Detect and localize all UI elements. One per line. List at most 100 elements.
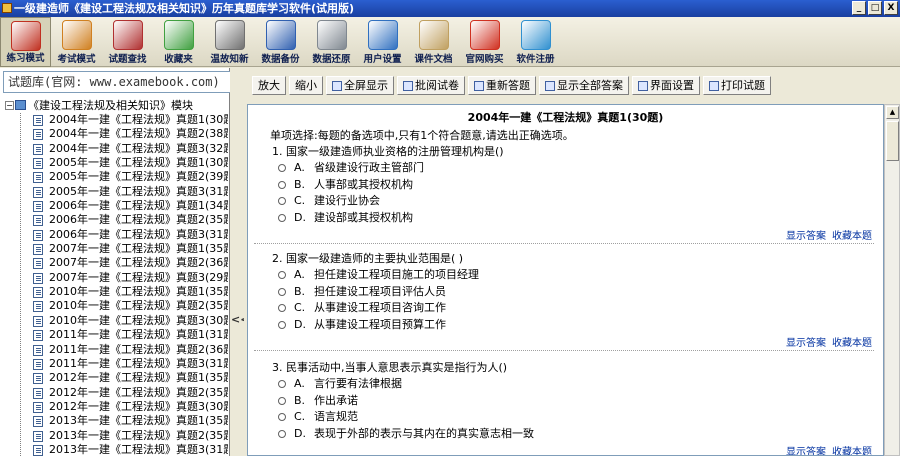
close-button[interactable]: X (884, 1, 898, 15)
tree-item-exam[interactable]: 2005年一建《工程法规》真题3(31题) (0, 185, 228, 199)
tree-item-exam[interactable]: 2007年一建《工程法规》真题2(36题) (0, 256, 228, 270)
tree-item-exam[interactable]: 2011年一建《工程法规》真题3(31题) (0, 357, 228, 371)
question-bank-panel: 试题库(官网: www.examebook.com) − 《建设工程法规及相关知… (0, 68, 239, 456)
action-button-7[interactable]: 打印试题 (703, 76, 771, 95)
tree-item-exam[interactable]: 2006年一建《工程法规》真题2(35题) (0, 213, 228, 227)
minimize-button[interactable]: _ (852, 1, 866, 15)
exam-document-icon (33, 172, 43, 184)
tree-item-exam[interactable]: 2004年一建《工程法规》真题3(32题) (0, 142, 228, 156)
action-button-3[interactable]: 批阅试卷 (397, 76, 465, 95)
tree-item-exam[interactable]: 2004年一建《工程法规》真题2(38题) (0, 127, 228, 141)
toolbar-item-6[interactable]: 数据还原 (306, 17, 357, 67)
action-button-icon (332, 80, 342, 91)
answer-radio[interactable] (278, 180, 286, 189)
toolbar-item-label: 数据备份 (261, 54, 300, 65)
answer-radio[interactable] (278, 197, 286, 205)
answer-radio[interactable] (278, 271, 286, 279)
show-answer-link[interactable]: 显示答案 (786, 447, 826, 455)
answer-option[interactable]: B. 作出承诺 (272, 393, 872, 410)
toolbar-item-5[interactable]: 数据备份 (255, 17, 306, 67)
window-controls: _ □ X (852, 1, 898, 15)
favorite-question-link[interactable]: 收藏本题 (832, 338, 872, 349)
answer-radio[interactable] (278, 304, 286, 312)
answer-radio[interactable] (278, 213, 286, 222)
toolbar-item-0[interactable]: 练习模式 (0, 17, 51, 67)
answer-radio[interactable] (278, 413, 286, 421)
favorite-question-link[interactable]: 收藏本题 (832, 231, 872, 242)
section-instruction: 单项选择:每题的备选项中,只有1个符合题意,请选出正确选项。 (270, 129, 574, 142)
tree-item-exam[interactable]: 2012年一建《工程法规》真题3(30题) (0, 400, 228, 414)
toolbar-item-7[interactable]: 用户设置 (357, 17, 408, 67)
answer-radio[interactable] (278, 287, 286, 296)
answer-option[interactable]: C. 建设行业协会 (272, 193, 872, 210)
answer-option[interactable]: D. 从事建设工程项目预算工作 (272, 317, 872, 334)
answer-option[interactable]: D. 建设部或其授权机构 (272, 210, 872, 227)
panel-splitter[interactable]: << (230, 68, 249, 456)
question-text: 2. 国家一级建造师的主要执业范围是( ) (272, 252, 464, 265)
toolbar-item-9[interactable]: 官网购买 (459, 17, 510, 67)
answer-radio[interactable] (278, 164, 286, 172)
answer-option[interactable]: A. 担任建设工程项目施工的项目经理 (272, 267, 872, 284)
toolbar-item-label: 考试模式 (57, 54, 96, 65)
content-scrollbar[interactable]: ▲ (884, 104, 900, 456)
action-button-label: 打印试题 (721, 79, 765, 92)
notebook-icon (214, 20, 245, 50)
window-titlebar[interactable]: 一级建造师《建设工程法规及相关知识》历年真题库学习软件(试用版) _ □ X (0, 0, 900, 17)
show-answer-link[interactable]: 显示答案 (786, 231, 826, 242)
bank-search-field[interactable]: 试题库(官网: www.examebook.com) (3, 71, 239, 93)
exam-document-icon (33, 330, 43, 342)
tree-item-exam[interactable]: 2006年一建《工程法规》真题1(34题) (0, 199, 228, 213)
tree-item-exam[interactable]: 2007年一建《工程法规》真题1(35题) (0, 242, 228, 256)
module-folder-icon (15, 100, 26, 110)
answer-option[interactable]: C. 语言规范 (272, 409, 872, 426)
tree-item-exam[interactable]: 2011年一建《工程法规》真题2(36题) (0, 343, 228, 357)
document-icon (418, 20, 449, 50)
answer-radio[interactable] (278, 380, 286, 388)
answer-option[interactable]: B. 人事部或其授权机构 (272, 177, 872, 194)
tree-item-exam[interactable]: 2012年一建《工程法规》真题2(35题) (0, 386, 228, 400)
action-button-0[interactable]: 放大 (252, 76, 286, 95)
scroll-up-icon[interactable]: ▲ (886, 106, 899, 119)
tree-item-exam[interactable]: 2013年一建《工程法规》真题2(35题) (0, 429, 228, 443)
toolbar-item-8[interactable]: 课件文档 (408, 17, 459, 67)
answer-option[interactable]: A. 言行要有法律根据 (272, 376, 872, 393)
tree-item-exam[interactable]: 2010年一建《工程法规》真题2(35题) (0, 299, 228, 313)
tree-item-exam[interactable]: 2010年一建《工程法规》真题3(30题) (0, 314, 228, 328)
action-button-6[interactable]: 界面设置 (632, 76, 700, 95)
tree-item-exam[interactable]: 2005年一建《工程法规》真题1(30题) (0, 156, 228, 170)
option-text: 人事部或其授权机构 (314, 177, 413, 191)
option-text: 从事建设工程项目咨询工作 (314, 301, 446, 314)
toolbar-item-10[interactable]: 软件注册 (510, 17, 561, 67)
toolbar-item-2[interactable]: 试题查找 (102, 17, 153, 67)
collapse-icon[interactable]: − (5, 101, 14, 110)
answer-radio[interactable] (278, 396, 286, 405)
answer-option[interactable]: D. 表现于外部的表示与其内在的真实意志相一致 (272, 426, 872, 443)
tree-item-exam[interactable]: 2010年一建《工程法规》真题1(35题) (0, 285, 228, 299)
action-button-5[interactable]: 显示全部答案 (539, 76, 629, 95)
tree-item-exam[interactable]: 2012年一建《工程法规》真题1(35题) (0, 371, 228, 385)
answer-option[interactable]: C. 从事建设工程项目咨询工作 (272, 300, 872, 317)
toolbar-item-3[interactable]: 收藏夹 (153, 17, 204, 67)
tree-item-exam[interactable]: 2004年一建《工程法规》真题1(30题) (0, 113, 228, 127)
answer-option[interactable]: B. 担任建设工程项目评估人员 (272, 284, 872, 301)
tree-root-module[interactable]: − 《建设工程法规及相关知识》模块 (0, 98, 228, 113)
tree-item-exam[interactable]: 2007年一建《工程法规》真题3(29题) (0, 271, 228, 285)
tree-item-exam[interactable]: 2013年一建《工程法规》真题1(35题) (0, 414, 228, 428)
tree-item-exam[interactable]: 2006年一建《工程法规》真题3(31题) (0, 228, 228, 242)
tree-item-exam[interactable]: 2013年一建《工程法规》真题3(31题) (0, 443, 228, 456)
answer-radio[interactable] (278, 320, 286, 329)
action-button-1[interactable]: 缩小 (289, 76, 323, 95)
action-button-2[interactable]: 全屏显示 (326, 76, 394, 95)
action-button-4[interactable]: 重新答题 (468, 76, 536, 95)
show-answer-link[interactable]: 显示答案 (786, 338, 826, 349)
scroll-thumb[interactable] (886, 121, 899, 161)
maximize-button[interactable]: □ (868, 1, 882, 15)
answer-radio[interactable] (278, 429, 286, 438)
favorite-question-link[interactable]: 收藏本题 (832, 447, 872, 455)
answer-option[interactable]: A. 省级建设行政主管部门 (272, 160, 872, 177)
paper-content[interactable]: 2004年一建《工程法规》真题1(30题) 单项选择:每题的备选项中,只有1个符… (247, 104, 884, 456)
toolbar-item-1[interactable]: 考试模式 (51, 17, 102, 67)
tree-item-exam[interactable]: 2011年一建《工程法规》真题1(31题) (0, 328, 228, 342)
toolbar-item-4[interactable]: 温故知新 (204, 17, 255, 67)
tree-item-exam[interactable]: 2005年一建《工程法规》真题2(39题) (0, 170, 228, 184)
